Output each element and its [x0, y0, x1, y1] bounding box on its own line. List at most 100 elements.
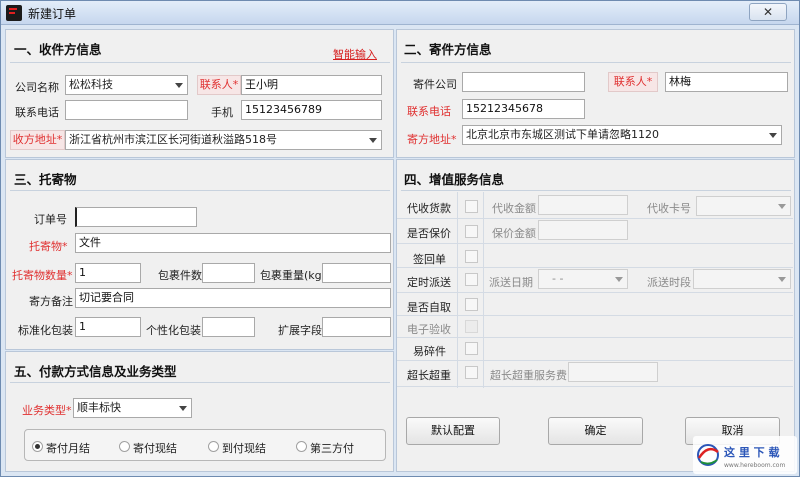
pay-option-3-label: 第三方付 [310, 442, 354, 455]
cod-amount-label: 代收金额 [492, 202, 536, 215]
pkg-weight-input[interactable] [322, 263, 391, 283]
recipient-mobile-label: 手机 [211, 106, 233, 119]
sender-panel: 二、寄件方信息 寄件公司 联系人* 林梅 联系电话 15212345678 寄方… [396, 29, 795, 158]
recipient-mobile-input[interactable]: 15123456789 [241, 100, 382, 120]
consignment-panel: 三、托寄物 订单号 托寄物* 文件 托寄物数量* 1 包裹件数 包裹重量(kg)… [5, 159, 394, 350]
recipient-phone-input[interactable] [65, 100, 188, 120]
sender-address-label: 寄方地址* [407, 133, 457, 146]
pkg-count-label: 包裹件数 [158, 269, 202, 282]
item-label: 托寄物* [29, 240, 68, 253]
services-panel: 四、增值服务信息 代收货款 代收金额 代收卡号 是否保价 保价金额 签回单 定时… [396, 159, 795, 472]
chevron-down-icon [778, 204, 786, 209]
insure-amount-input[interactable] [538, 220, 628, 240]
title-bar: 新建订单 ✕ [1, 1, 799, 25]
sender-address-select[interactable]: 北京北京市东城区测试下单请忽略1120 [462, 125, 782, 145]
radio-pay-cash[interactable] [119, 441, 130, 452]
payment-section-title: 五、付款方式信息及业务类型 [14, 364, 177, 379]
recipient-contact-input[interactable]: 王小明 [241, 75, 382, 95]
self-pickup-checkbox[interactable] [465, 298, 478, 311]
recipient-company-select[interactable]: 松松科技 [65, 75, 188, 95]
custom-pkg-label: 个性化包装 [146, 324, 201, 337]
item-qty-input[interactable]: 1 [75, 263, 141, 283]
close-icon[interactable]: ✕ [749, 3, 787, 21]
ext-field-input[interactable] [322, 317, 391, 337]
sender-contact-input[interactable]: 林梅 [665, 72, 788, 92]
item-input[interactable]: 文件 [75, 233, 391, 253]
site-watermark-logo: 这 里 下 载 www.hereboom.com [693, 436, 797, 474]
sender-contact-label: 联系人* [608, 72, 658, 92]
chevron-down-icon [179, 406, 187, 411]
timed-label: 定时派送 [407, 276, 451, 289]
consignment-section-title: 三、托寄物 [14, 172, 77, 187]
services-section-title: 四、增值服务信息 [404, 172, 505, 187]
timed-checkbox[interactable] [465, 273, 478, 286]
sender-remark-label: 寄方备注 [29, 295, 73, 308]
chevron-down-icon [175, 83, 183, 88]
oversize-fee-input[interactable] [568, 362, 658, 382]
default-config-button[interactable]: 默认配置 [406, 417, 500, 445]
e-check-checkbox[interactable] [465, 320, 478, 333]
recipient-section-title: 一、收件方信息 [14, 42, 102, 57]
app-logo-icon [6, 5, 22, 21]
timed-slot-label: 派送时段 [647, 276, 691, 289]
chevron-down-icon [778, 277, 786, 282]
custom-pkg-input[interactable] [202, 317, 255, 337]
std-pkg-input[interactable]: 1 [75, 317, 141, 337]
recipient-company-value: 松松科技 [69, 78, 113, 91]
timed-date-select[interactable]: - - [538, 269, 628, 289]
cod-card-label: 代收卡号 [647, 202, 691, 215]
ext-field-label: 扩展字段 [278, 324, 322, 337]
insure-checkbox[interactable] [465, 225, 478, 238]
svg-text:www.hereboom.com: www.hereboom.com [724, 462, 785, 469]
recipient-phone-label: 联系电话 [15, 106, 59, 119]
sender-phone-label: 联系电话 [407, 105, 451, 118]
sender-address-value: 北京北京市东城区测试下单请忽略1120 [466, 128, 659, 141]
self-pickup-label: 是否自取 [407, 301, 451, 314]
pkg-weight-label: 包裹重量(kg) [260, 269, 326, 282]
fragile-label: 易碎件 [413, 345, 446, 358]
recipient-company-label: 公司名称 [15, 81, 59, 94]
biz-type-select[interactable]: 顺丰标快 [73, 398, 192, 418]
cod-card-select[interactable] [696, 196, 791, 216]
pay-option-0-label: 寄付月结 [46, 442, 90, 455]
sender-company-label: 寄件公司 [413, 78, 457, 91]
smart-input-link[interactable]: 智能输入 [333, 46, 377, 62]
sign-back-label: 签回单 [413, 253, 446, 266]
pkg-count-input[interactable] [202, 263, 255, 283]
order-no-label: 订单号 [34, 213, 67, 226]
insure-amount-label: 保价金额 [492, 227, 536, 240]
e-check-label: 电子验收 [407, 323, 451, 336]
radio-pay-third-party[interactable] [296, 441, 307, 452]
oversize-checkbox[interactable] [465, 366, 478, 379]
timed-slot-select[interactable] [693, 269, 791, 289]
pay-option-1-label: 寄付现结 [133, 442, 177, 455]
radio-pay-monthly[interactable] [32, 441, 43, 452]
biz-type-label: 业务类型* [22, 404, 72, 417]
cod-amount-input[interactable] [538, 195, 628, 215]
sender-remark-input[interactable]: 切记要合同 [75, 288, 391, 308]
sender-company-input[interactable] [462, 72, 585, 92]
oversize-label: 超长超重 [407, 369, 451, 382]
recipient-contact-label: 联系人* [197, 75, 241, 95]
chevron-down-icon [615, 277, 623, 282]
chevron-down-icon [769, 133, 777, 138]
sender-phone-input[interactable]: 15212345678 [462, 99, 585, 119]
item-qty-label: 托寄物数量* [12, 269, 73, 282]
confirm-button[interactable]: 确定 [548, 417, 643, 445]
cod-label: 代收货款 [407, 202, 451, 215]
recipient-address-label: 收方地址* [10, 130, 65, 150]
insure-label: 是否保价 [407, 227, 451, 240]
recipient-address-value: 浙江省杭州市滨江区长河街道秋溢路518号 [69, 133, 277, 146]
order-dialog: 新建订单 ✕ 一、收件方信息 智能输入 公司名称 松松科技 联系人* 王小明 联… [0, 0, 800, 477]
chevron-down-icon [369, 138, 377, 143]
timed-date-value: - - [552, 272, 564, 285]
cod-checkbox[interactable] [465, 200, 478, 213]
radio-pay-on-delivery[interactable] [208, 441, 219, 452]
timed-date-label: 派送日期 [489, 276, 533, 289]
oversize-fee-label: 超长超重服务费 [490, 369, 567, 382]
sender-section-title: 二、寄件方信息 [404, 42, 492, 57]
order-no-input[interactable] [75, 207, 197, 227]
recipient-address-select[interactable]: 浙江省杭州市滨江区长河街道秋溢路518号 [65, 130, 382, 150]
sign-back-checkbox[interactable] [465, 250, 478, 263]
fragile-checkbox[interactable] [465, 342, 478, 355]
